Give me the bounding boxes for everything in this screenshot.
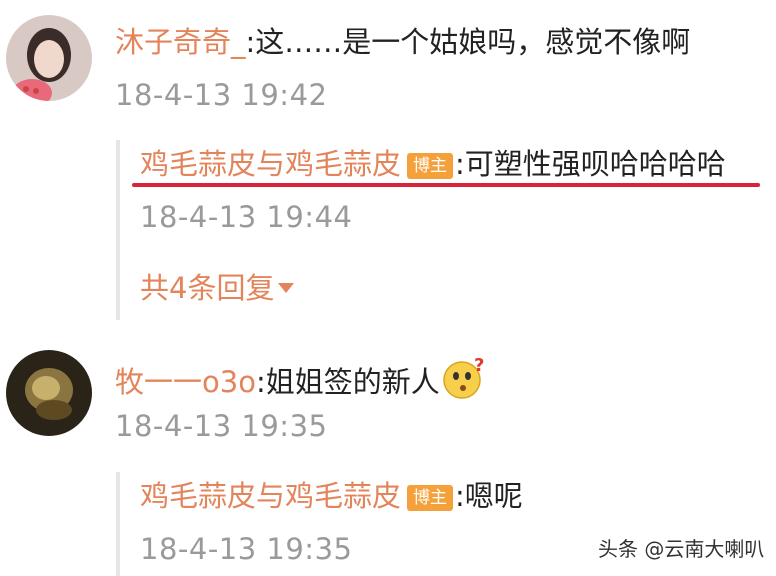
comment-timestamp: 18-4-13 19:42: [115, 78, 328, 112]
reply-body: :嗯呢: [455, 479, 523, 513]
highlight-underline: [132, 183, 760, 187]
reply-timestamp: 18-4-13 19:44: [140, 200, 353, 234]
avatar-photo-dark: [6, 350, 92, 436]
thinking-face-icon: ?: [442, 355, 488, 408]
comment-thread: 沐子奇奇_:这……是一个姑娘吗，感觉不像啊 18-4-13 19:42 鸡毛蒜皮…: [0, 0, 776, 576]
blogger-badge: 博主: [407, 153, 454, 179]
chevron-down-icon: [278, 283, 295, 293]
reply-username[interactable]: 鸡毛蒜皮与鸡毛蒜皮: [140, 479, 401, 513]
avatar[interactable]: [6, 350, 92, 436]
more-replies-link[interactable]: 共4条回复: [140, 270, 295, 306]
reply-text: 鸡毛蒜皮与鸡毛蒜皮 博主:嗯呢: [140, 478, 523, 514]
comment-text: 沐子奇奇_:这……是一个姑娘吗，感觉不像啊: [115, 24, 690, 60]
comment-username[interactable]: 牧一一o3o: [115, 365, 256, 399]
more-replies-label: 共4条回复: [140, 271, 275, 305]
reply-body: :可塑性强呗哈哈哈哈: [455, 147, 726, 181]
comment-text: 牧一一o3o:姐姐签的新人 ?: [115, 355, 488, 408]
reply-timestamp: 18-4-13 19:35: [140, 532, 353, 566]
comment-timestamp: 18-4-13 19:35: [115, 409, 328, 443]
reply-username[interactable]: 鸡毛蒜皮与鸡毛蒜皮: [140, 147, 401, 181]
avatar-photo-girl: [6, 15, 92, 101]
watermark: 头条 @云南大喇叭: [598, 537, 765, 561]
reply-divider: [116, 140, 120, 320]
svg-text:?: ?: [474, 356, 484, 376]
reply-divider: [116, 472, 120, 576]
comment-body: :姐姐签的新人: [255, 365, 440, 399]
reply-text: 鸡毛蒜皮与鸡毛蒜皮 博主:可塑性强呗哈哈哈哈: [140, 146, 726, 182]
comment-body: :这……是一个姑娘吗，感觉不像啊: [245, 25, 691, 59]
comment-username[interactable]: 沐子奇奇_: [115, 25, 246, 59]
avatar[interactable]: [6, 15, 92, 101]
blogger-badge: 博主: [407, 485, 454, 511]
